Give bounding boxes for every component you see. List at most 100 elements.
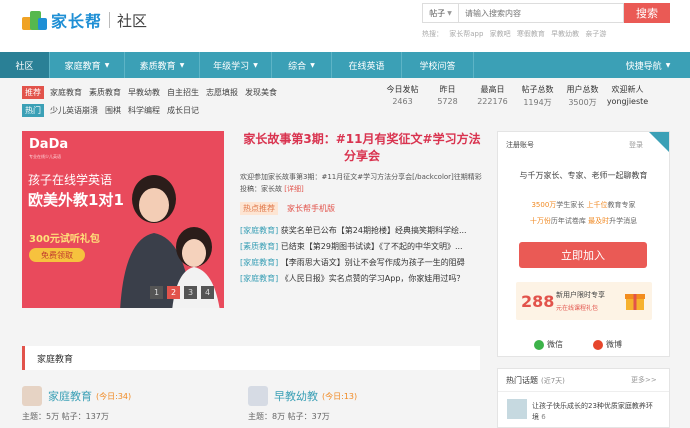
weibo-link[interactable]: 微博 (593, 339, 622, 350)
gift-subtitle: 元在线课程礼包 (556, 305, 599, 312)
tag-link[interactable]: 成长日记 (167, 105, 199, 116)
hot-term[interactable]: 寒假教育 (517, 30, 545, 38)
gift-amount: 288 (521, 292, 555, 311)
banner-claim-button[interactable]: 免费领取 (29, 248, 85, 262)
hot-tags: 热门 少儿英语崩溃 围棋 科学编程 成长日记 (22, 104, 206, 117)
nav-item-family-education[interactable]: 家庭教育 ▼ (50, 52, 125, 78)
register-link[interactable]: 注册账号 (506, 140, 534, 150)
join-now-button[interactable]: 立即加入 (519, 242, 647, 268)
category-name[interactable]: 早教幼教 (274, 388, 318, 404)
chevron-down-icon: ▼ (104, 61, 110, 69)
hot-label: 热门 (22, 104, 44, 117)
nav-item-school-qa[interactable]: 学校问答 (402, 52, 474, 78)
chevron-down-icon: ▼ (665, 61, 671, 69)
join-panel: 注册账号 登录 与千万家长、专家、老师一起聊教育 3500万学生家长 上千位教育… (497, 131, 670, 357)
corner-ribbon (649, 132, 669, 152)
logo-icon (22, 9, 48, 31)
quick-nav[interactable]: 快捷导航 ▼ (606, 52, 690, 78)
nav-item-online-english[interactable]: 在线英语 (332, 52, 402, 78)
nav-item-grade-study[interactable]: 年级学习 ▼ (200, 52, 272, 78)
category-icon (248, 386, 268, 406)
carousel-pager: 1 2 3 4 (150, 286, 218, 299)
tag-link[interactable]: 早教幼教 (128, 87, 160, 98)
chevron-down-icon: ▼ (310, 61, 315, 69)
hot-term[interactable]: 家长帮app (449, 30, 483, 38)
category-icon (22, 386, 42, 406)
search-button[interactable]: 搜索 (624, 3, 670, 23)
tag-link[interactable]: 自主招生 (167, 87, 199, 98)
ad-banner[interactable]: DaDa 专业在线少儿英语 孩子在线学英语 欧美外教1对1 300元试听礼包 免… (22, 131, 224, 308)
weibo-icon (593, 339, 603, 350)
hot-topics-more-link[interactable]: 更多>> (631, 375, 657, 385)
chevron-down-icon: ▼ (179, 61, 185, 69)
list-item[interactable]: [家庭教育] 【李雨思大语文】别让不会写作成为孩子一生的阻碍 (240, 255, 484, 271)
carousel-page-1[interactable]: 1 (150, 286, 163, 299)
join-stats-1: 3500万学生家长 上千位教育专家 (531, 201, 636, 209)
tag-link[interactable]: 发现美食 (245, 87, 277, 98)
stat-highest-day: 最高日 222176 (477, 85, 508, 106)
logo-subtitle: 社区 (117, 11, 148, 30)
stat-total-posts: 帖子总数 1194万 (521, 85, 554, 107)
nav-item-quality-education[interactable]: 素质教育 ▼ (125, 52, 200, 78)
hot-topics: 热门话题 (近7天) 更多>> 让孩子快乐成长的23种优质家庭教养环境 6 (497, 368, 670, 428)
hot-recommend-tag[interactable]: 热点推荐 (240, 202, 278, 215)
nav-item-community[interactable]: 社区 (0, 52, 50, 78)
news-list: [家庭教育] 获奖名单已公布【第24期抢楼】经典搞笑期科学绘... [素质教育]… (240, 223, 484, 287)
hot-topics-title: 热门话题 (近7天) (506, 376, 565, 385)
story-tags: 热点推荐 家长帮手机版 (240, 202, 484, 215)
carousel-page-4[interactable]: 4 (201, 286, 214, 299)
list-item[interactable]: [家庭教育] 《人民日报》实名点赞的学习App，你家娃用过吗？ (240, 271, 484, 287)
main-nav: 社区 家庭教育 ▼ 素质教育 ▼ 年级学习 ▼ 综合 ▼ 在线英语 学校问答 快捷导航 ▼ (0, 52, 690, 78)
hot-term[interactable]: 亲子游 (585, 30, 606, 38)
join-stats-2: 十万份历年试卷库 最及时升学消息 (529, 217, 638, 225)
tag-link[interactable]: 家庭教育 (50, 87, 82, 98)
category-today-count: (今日:34) (96, 391, 132, 401)
tag-link[interactable]: 围棋 (105, 105, 121, 116)
hot-term[interactable]: 家教吧 (490, 30, 511, 38)
stat-newest-user[interactable]: 欢迎新人 yongjieste (605, 84, 650, 108)
login-link[interactable]: 登录 (629, 140, 643, 150)
banner-line1: 孩子在线学英语 (28, 173, 113, 187)
hot-searches: 热搜： 家长帮app 家教吧 寒假教育 早教幼教 亲子游 (422, 30, 607, 38)
category-name[interactable]: 家庭教育 (48, 388, 92, 404)
featured-story: 家长故事第3期：#11月有奖征文#学习方法分享会 欢迎参加家长故事第3期：#11… (240, 131, 484, 287)
search-input[interactable] (458, 3, 624, 23)
logo-divider (109, 12, 111, 28)
banner-brand: DaDa (29, 137, 69, 152)
logo[interactable]: 家长帮 社区 (22, 8, 147, 32)
tag-link[interactable]: 素质教育 (89, 87, 121, 98)
story-title[interactable]: 家长故事第3期：#11月有奖征文#学习方法分享会 (240, 131, 484, 165)
chevron-down-icon: ▼ (447, 9, 452, 17)
section-header: 家庭教育 (22, 346, 480, 370)
category-today-count: (今日:13) (322, 391, 358, 401)
tag-link[interactable]: 科学编程 (128, 105, 160, 116)
list-item[interactable]: [家庭教育] 获奖名单已公布【第24期抢楼】经典搞笑期科学绘... (240, 223, 484, 239)
carousel-page-3[interactable]: 3 (184, 286, 197, 299)
story-description: 欢迎参加家长故事第3期：#11月征文#学习方法分享会[/backcolor]往期… (240, 173, 482, 193)
chevron-down-icon: ▼ (253, 61, 258, 69)
topic-thumbnail[interactable] (507, 399, 527, 419)
mobile-app-tag[interactable]: 家长帮手机版 (284, 202, 338, 215)
forum-category[interactable]: 家庭教育 (今日:34) (22, 386, 131, 406)
wechat-link[interactable]: 微信 (534, 339, 563, 350)
topic-item[interactable]: 让孩子快乐成长的23种优质家庭教养环境 6 (532, 401, 658, 423)
join-tagline: 与千万家长、专家、老师一起聊教育 (519, 171, 648, 180)
tag-link[interactable]: 少儿英语崩溃 (50, 105, 98, 116)
tag-link[interactable]: 志愿填报 (206, 87, 238, 98)
banner-offer: 300元试听礼包 (29, 234, 100, 245)
hot-term[interactable]: 早教幼教 (551, 30, 579, 38)
nav-item-general[interactable]: 综合 ▼ (272, 52, 332, 78)
list-item[interactable]: [素质教育] 已结束【第29期图书试读】《了不起的中华文明》... (240, 239, 484, 255)
new-user-gift[interactable]: 288 新用户限时专享 元在线课程礼包 (516, 282, 652, 320)
stat-today-posts: 今日发帖 2463 (386, 85, 419, 106)
category-stats: 主题：8万 帖子：37万 (248, 412, 330, 421)
stat-yesterday: 昨日 5728 (437, 85, 458, 106)
carousel-page-2[interactable]: 2 (167, 286, 180, 299)
story-more-link[interactable]: [详细] (284, 185, 303, 193)
search-category-select[interactable]: 帖子 ▼ (422, 3, 458, 23)
banner-slogan: 专业在线少儿英语 (29, 154, 61, 159)
community-stats: 今日发帖 2463 昨日 5728 最高日 222176 帖子总数 1194万 用户总数… (380, 84, 650, 108)
forum-category[interactable]: 早教幼教 (今日:13) (248, 386, 357, 406)
recommend-label: 推荐 (22, 86, 44, 99)
gift-box-icon (625, 294, 645, 310)
